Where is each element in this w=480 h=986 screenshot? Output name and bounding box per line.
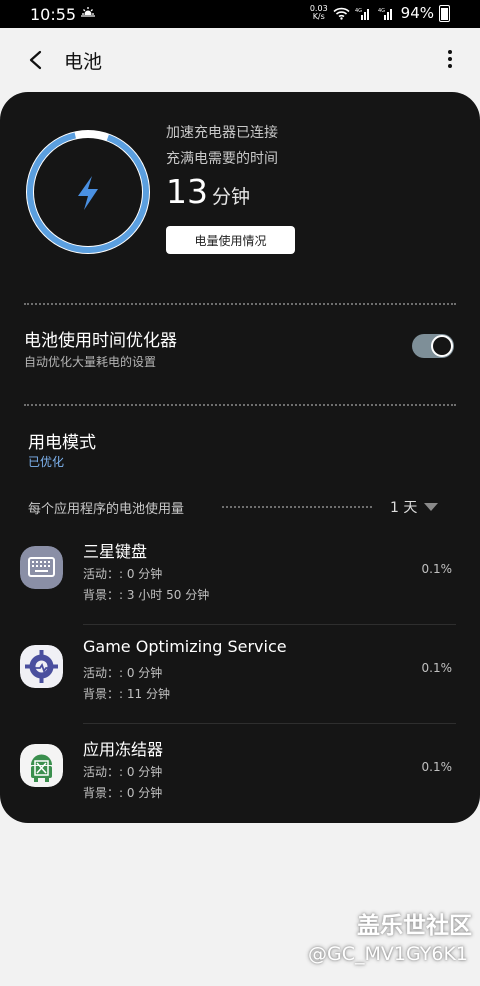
list-item[interactable]: 应用冻结器 活动：: 0 分钟 背景：: 0 分钟 0.1% [0, 724, 480, 823]
weather-icon [80, 7, 96, 20]
charging-bolt-icon [78, 176, 98, 210]
battery-usage-button[interactable]: 电量使用情况 [166, 226, 295, 254]
app-usage-percent: 0.1% [421, 562, 453, 576]
time-to-full-value: 13 [166, 172, 208, 211]
optimizer-subtitle: 自动优化大量耗电的设置 [24, 355, 157, 369]
app-name: Game Optimizing Service [83, 637, 287, 656]
battery-percent: 94% [400, 4, 434, 22]
game-optimizer-icon [20, 645, 63, 688]
watermark-user: @GC_MV1GY6K1 [308, 943, 468, 965]
watermark-brand: 盖乐世社区 [357, 913, 472, 939]
svg-text:4G: 4G [355, 8, 362, 14]
charging-ring [26, 130, 150, 254]
signal-icon-2: 4G [378, 8, 392, 20]
status-time: 10:55 [30, 5, 77, 24]
battery-icon [439, 4, 450, 22]
power-mode-value: 已优化 [28, 455, 65, 469]
page-title: 电池 [64, 51, 103, 73]
app-bar: 电池 [0, 28, 480, 92]
divider [24, 404, 456, 406]
app-name: 三星键盘 [83, 542, 148, 561]
time-to-full-unit: 分钟 [212, 186, 251, 208]
app-active-time: 活动：: 0 分钟 [83, 765, 163, 779]
app-usage-percent: 0.1% [421, 661, 453, 675]
per-app-usage-label: 每个应用程序的电池使用量 [28, 502, 185, 517]
app-freezer-icon [20, 744, 63, 787]
list-item[interactable]: 三星键盘 活动：: 0 分钟 背景：: 3 小时 50 分钟 0.1% [0, 526, 480, 625]
time-to-full: 13 分钟 [166, 172, 250, 211]
divider [24, 303, 456, 305]
back-arrow-icon[interactable] [24, 48, 48, 72]
power-mode-title[interactable]: 用电模式 [28, 428, 96, 453]
list-item[interactable]: Game Optimizing Service 活动：: 0 分钟 背景：: 1… [0, 625, 480, 724]
app-active-time: 活动：: 0 分钟 [83, 567, 163, 581]
svg-text:4G: 4G [378, 8, 385, 14]
optimizer-title[interactable]: 电池使用时间优化器 [24, 326, 177, 351]
chevron-down-icon[interactable] [424, 503, 438, 511]
toggle-knob [431, 335, 453, 357]
more-options-icon[interactable] [446, 48, 454, 72]
status-bar: 10:55 0.03 K/s 4G 4G 94% [0, 0, 480, 28]
time-to-full-label: 充满电需要的时间 [166, 151, 278, 167]
divider [222, 506, 372, 508]
signal-icon: 4G [355, 8, 369, 20]
app-background-time: 背景：: 11 分钟 [83, 687, 170, 701]
app-background-time: 背景：: 3 小时 50 分钟 [83, 588, 210, 602]
app-background-time: 背景：: 0 分钟 [83, 786, 163, 800]
app-name: 应用冻结器 [83, 740, 164, 759]
battery-card: 加速充电器已连接 充满电需要的时间 13 分钟 电量使用情况 电池使用时间优化器 … [0, 92, 480, 823]
app-usage-percent: 0.1% [421, 760, 453, 774]
charger-connected-text: 加速充电器已连接 [166, 125, 278, 141]
wifi-icon [333, 7, 350, 20]
period-select[interactable]: 1 天 [390, 497, 417, 517]
keyboard-icon [20, 546, 63, 589]
optimizer-toggle[interactable] [412, 334, 454, 358]
app-active-time: 活动：: 0 分钟 [83, 666, 163, 680]
net-speed: 0.03 K/s [309, 4, 328, 21]
